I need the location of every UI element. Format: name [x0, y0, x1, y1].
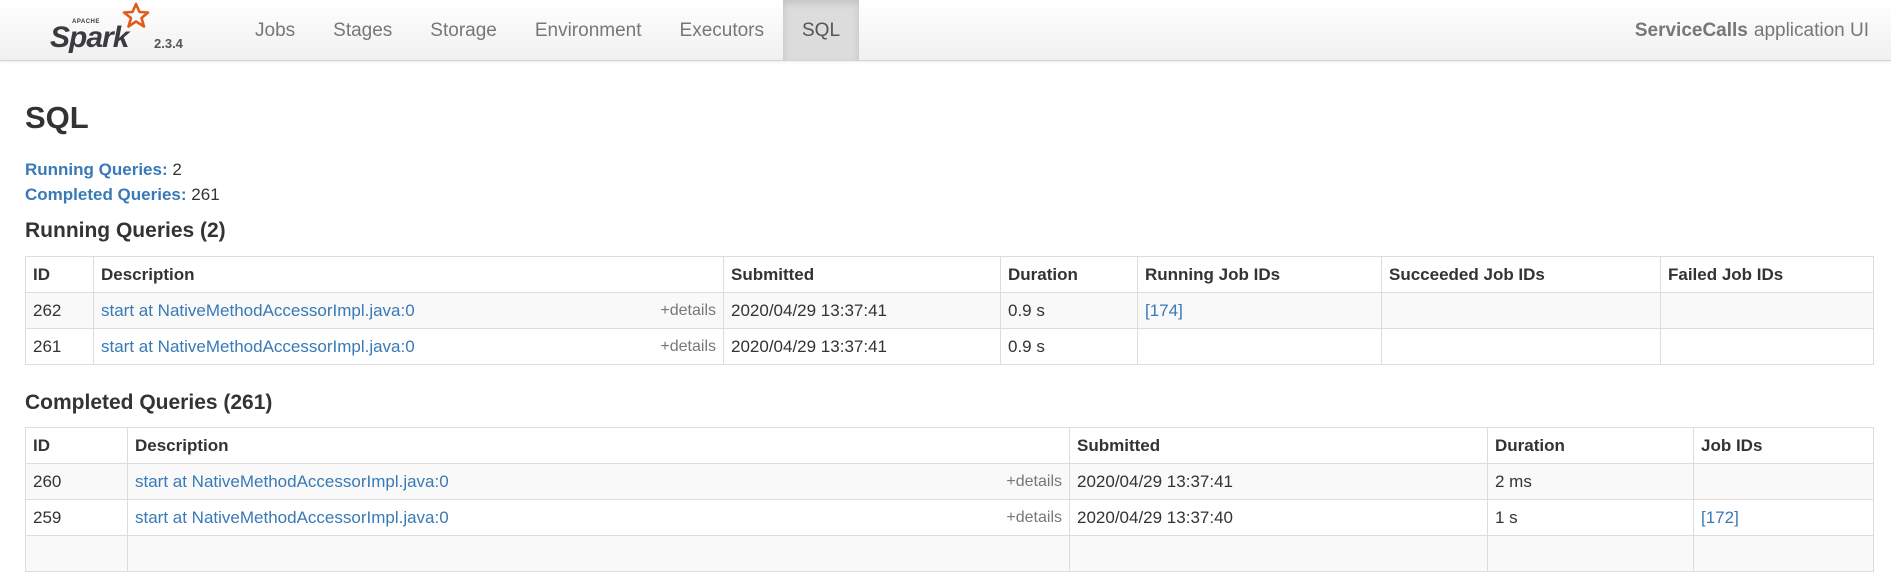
- main-nav: Jobs Stages Storage Environment Executor…: [236, 0, 860, 61]
- application-name: ServiceCalls: [1634, 19, 1748, 41]
- job-id-link[interactable]: [174]: [1145, 301, 1183, 320]
- nav-tab-sql[interactable]: SQL: [783, 0, 860, 61]
- completed-queries-link[interactable]: Completed Queries:: [25, 185, 187, 204]
- running-summary: Running Queries: 2: [25, 157, 220, 182]
- running-queries-table: ID Description Submitted Duration Runnin…: [25, 256, 1874, 365]
- description-link[interactable]: start at NativeMethodAccessorImpl.java:0: [101, 301, 415, 320]
- spark-version: 2.3.4: [154, 36, 183, 51]
- table-row: 262 start at NativeMethodAccessorImpl.ja…: [25, 292, 1874, 329]
- cell-submitted: 2020/04/29 13:37:41: [723, 292, 1001, 329]
- running-queries-count: 2: [172, 160, 182, 179]
- completed-summary: Completed Queries: 261: [25, 182, 220, 207]
- column-header-duration[interactable]: Duration: [1487, 427, 1694, 464]
- brand[interactable]: APACHE Spark 2.3.4: [48, 2, 198, 58]
- column-header-job-ids[interactable]: Job IDs: [1693, 427, 1874, 464]
- completed-queries-title: Completed Queries (261): [25, 391, 273, 414]
- column-header-description[interactable]: Description: [93, 256, 724, 293]
- cell-failed-job-ids: [1660, 328, 1874, 365]
- column-header-duration[interactable]: Duration: [1000, 256, 1138, 293]
- cell-submitted: 2020/04/29 13:37:40: [1069, 499, 1488, 536]
- description-link[interactable]: start at NativeMethodAccessorImpl.java:0: [135, 472, 449, 491]
- description-link[interactable]: start at NativeMethodAccessorImpl.java:0: [135, 508, 449, 527]
- completed-queries-table: ID Description Submitted Duration Job ID…: [25, 427, 1874, 572]
- description-link[interactable]: start at NativeMethodAccessorImpl.java:0: [101, 337, 415, 356]
- cell-job-ids: [1693, 463, 1874, 500]
- table-row: 259 start at NativeMethodAccessorImpl.ja…: [25, 499, 1874, 536]
- cell-submitted: 2020/04/29 13:37:41: [1069, 463, 1488, 500]
- application-suffix: application UI: [1753, 19, 1869, 41]
- column-header-submitted[interactable]: Submitted: [723, 256, 1001, 293]
- running-queries-title: Running Queries (2): [25, 219, 226, 242]
- column-header-description[interactable]: Description: [127, 427, 1070, 464]
- cell-description: start at NativeMethodAccessorImpl.java:0…: [93, 328, 724, 365]
- column-header-running-job-ids[interactable]: Running Job IDs: [1137, 256, 1382, 293]
- nav-tab-environment[interactable]: Environment: [516, 0, 661, 61]
- column-header-succeeded-job-ids[interactable]: Succeeded Job IDs: [1381, 256, 1661, 293]
- cell-submitted: [1069, 535, 1488, 572]
- column-header-submitted[interactable]: Submitted: [1069, 427, 1488, 464]
- cell-duration: 2 ms: [1487, 463, 1694, 500]
- cell-failed-job-ids: [1660, 292, 1874, 329]
- cell-id: 261: [25, 328, 94, 365]
- nav-tab-jobs[interactable]: Jobs: [236, 0, 314, 61]
- cell-description: [127, 535, 1070, 572]
- cell-id: 260: [25, 463, 128, 500]
- cell-id: 259: [25, 499, 128, 536]
- details-toggle[interactable]: +details: [660, 338, 716, 356]
- cell-duration: 0.9 s: [1000, 328, 1138, 365]
- nav-tab-stages[interactable]: Stages: [314, 0, 411, 61]
- cell-duration: 0.9 s: [1000, 292, 1138, 329]
- page-title: SQL: [25, 100, 89, 135]
- nav-tab-executors[interactable]: Executors: [661, 0, 783, 61]
- table-row: 260 start at NativeMethodAccessorImpl.ja…: [25, 463, 1874, 500]
- application-label: ServiceCalls application UI: [1635, 0, 1869, 61]
- cell-description: start at NativeMethodAccessorImpl.java:0…: [127, 499, 1070, 536]
- cell-job-ids: [172]: [1693, 499, 1874, 536]
- cell-running-job-ids: [174]: [1137, 292, 1382, 329]
- cell-id: 262: [25, 292, 94, 329]
- table-header-row: ID Description Submitted Duration Job ID…: [25, 427, 1874, 464]
- cell-duration: 1 s: [1487, 499, 1694, 536]
- table-header-row: ID Description Submitted Duration Runnin…: [25, 256, 1874, 293]
- details-toggle[interactable]: +details: [1006, 473, 1062, 491]
- column-header-id[interactable]: ID: [25, 427, 128, 464]
- cell-succeeded-job-ids: [1381, 328, 1661, 365]
- table-row: 261 start at NativeMethodAccessorImpl.ja…: [25, 328, 1874, 365]
- cell-id: [25, 535, 128, 572]
- cell-duration: [1487, 535, 1694, 572]
- completed-queries-count: 261: [191, 185, 220, 204]
- column-header-id[interactable]: ID: [25, 256, 94, 293]
- svg-text:Spark: Spark: [50, 21, 131, 54]
- details-toggle[interactable]: +details: [1006, 509, 1062, 527]
- column-header-failed-job-ids[interactable]: Failed Job IDs: [1660, 256, 1874, 293]
- running-queries-link[interactable]: Running Queries:: [25, 160, 168, 179]
- nav-tab-storage[interactable]: Storage: [411, 0, 516, 61]
- details-toggle[interactable]: +details: [660, 302, 716, 320]
- table-row: [25, 535, 1874, 572]
- cell-description: start at NativeMethodAccessorImpl.java:0…: [127, 463, 1070, 500]
- cell-submitted: 2020/04/29 13:37:41: [723, 328, 1001, 365]
- cell-description: start at NativeMethodAccessorImpl.java:0…: [93, 292, 724, 329]
- spark-logo-icon[interactable]: APACHE Spark: [48, 2, 158, 58]
- job-id-link[interactable]: [172]: [1701, 508, 1739, 527]
- cell-job-ids: [1693, 535, 1874, 572]
- top-navbar: APACHE Spark 2.3.4 Jobs Stages Storage E…: [0, 0, 1891, 61]
- query-summary: Running Queries: 2 Completed Queries: 26…: [25, 157, 220, 207]
- cell-running-job-ids: [1137, 328, 1382, 365]
- cell-succeeded-job-ids: [1381, 292, 1661, 329]
